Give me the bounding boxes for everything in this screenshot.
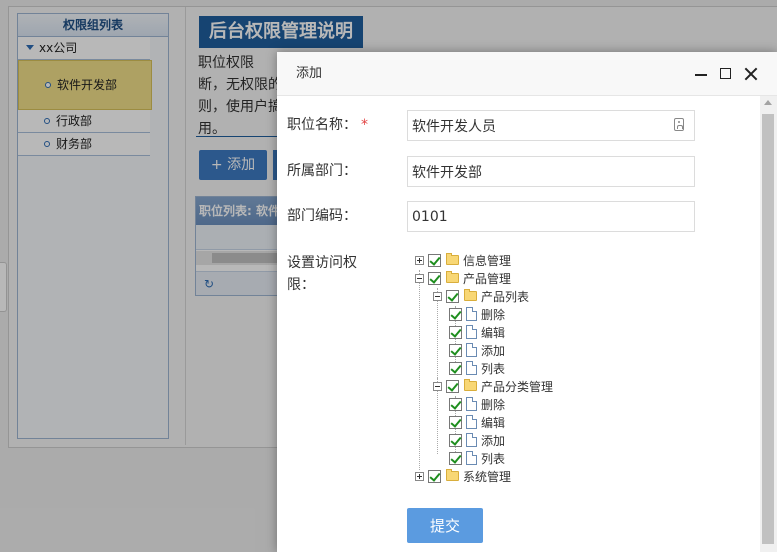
- scroll-thumb[interactable]: [762, 114, 774, 544]
- department-input[interactable]: [407, 156, 695, 187]
- submit-button[interactable]: 提交: [407, 508, 483, 543]
- tree-label: 编辑: [481, 326, 506, 340]
- checkbox[interactable]: [449, 452, 462, 465]
- folder-icon: [446, 253, 459, 265]
- checkbox[interactable]: [449, 326, 462, 339]
- collapse-icon[interactable]: [433, 382, 442, 391]
- add-position-dialog: 添加 职位名称：* 所属部门： 部门编码： 设置访问权限：: [277, 52, 777, 552]
- checkbox[interactable]: [428, 272, 441, 285]
- checkbox[interactable]: [449, 362, 462, 375]
- folder-open-icon: [464, 379, 477, 391]
- scroll-up-icon[interactable]: [764, 100, 772, 105]
- folder-open-icon: [464, 289, 477, 301]
- checkbox[interactable]: [449, 416, 462, 429]
- file-icon: [466, 325, 477, 339]
- checkbox[interactable]: [428, 254, 441, 267]
- checkbox[interactable]: [446, 290, 459, 303]
- tree-label: 系统管理: [463, 470, 512, 484]
- tree-label: 信息管理: [463, 254, 512, 268]
- contact-icon[interactable]: [674, 118, 684, 131]
- file-icon: [466, 397, 477, 411]
- tree-label: 添加: [481, 434, 506, 448]
- tree-label: 删除: [481, 308, 506, 322]
- expand-icon[interactable]: [415, 472, 424, 481]
- tree-label: 产品列表: [481, 290, 530, 304]
- tree-label: 产品分类管理: [481, 380, 554, 394]
- file-icon: [466, 433, 477, 447]
- required-mark: *: [361, 117, 368, 133]
- checkbox[interactable]: [449, 434, 462, 447]
- tree-label: 添加: [481, 344, 506, 358]
- file-icon: [466, 451, 477, 465]
- dialog-body: 职位名称：* 所属部门： 部门编码： 设置访问权限：: [277, 96, 760, 552]
- minimize-icon[interactable]: [693, 66, 709, 82]
- folder-open-icon: [446, 271, 459, 283]
- position-name-input[interactable]: [407, 110, 695, 141]
- dialog-header: 添加: [277, 52, 777, 96]
- tree-label: 列表: [481, 452, 506, 466]
- dialog-title: 添加: [296, 66, 323, 81]
- collapse-icon[interactable]: [433, 292, 442, 301]
- expand-icon[interactable]: [415, 256, 424, 265]
- file-icon: [466, 343, 477, 357]
- file-icon: [466, 361, 477, 375]
- maximize-icon[interactable]: [718, 66, 734, 82]
- dept-code-input[interactable]: [407, 201, 695, 232]
- file-icon: [466, 307, 477, 321]
- checkbox[interactable]: [449, 398, 462, 411]
- file-icon: [466, 415, 477, 429]
- tree-label: 产品管理: [463, 272, 512, 286]
- position-name-label: 职位名称： *: [287, 117, 368, 133]
- tree-label: 删除: [481, 398, 506, 412]
- permissions-label: 设置访问权限：: [287, 255, 357, 293]
- tree-label: 列表: [481, 362, 506, 376]
- folder-icon: [446, 469, 459, 481]
- checkbox[interactable]: [446, 380, 459, 393]
- checkbox[interactable]: [449, 344, 462, 357]
- checkbox[interactable]: [428, 470, 441, 483]
- collapse-icon[interactable]: [415, 274, 424, 283]
- department-label: 所属部门：: [287, 163, 357, 179]
- close-icon[interactable]: [743, 66, 759, 82]
- tree-label: 编辑: [481, 416, 506, 430]
- checkbox[interactable]: [449, 308, 462, 321]
- dept-code-label: 部门编码：: [287, 208, 357, 224]
- dialog-vscrollbar[interactable]: [760, 96, 777, 552]
